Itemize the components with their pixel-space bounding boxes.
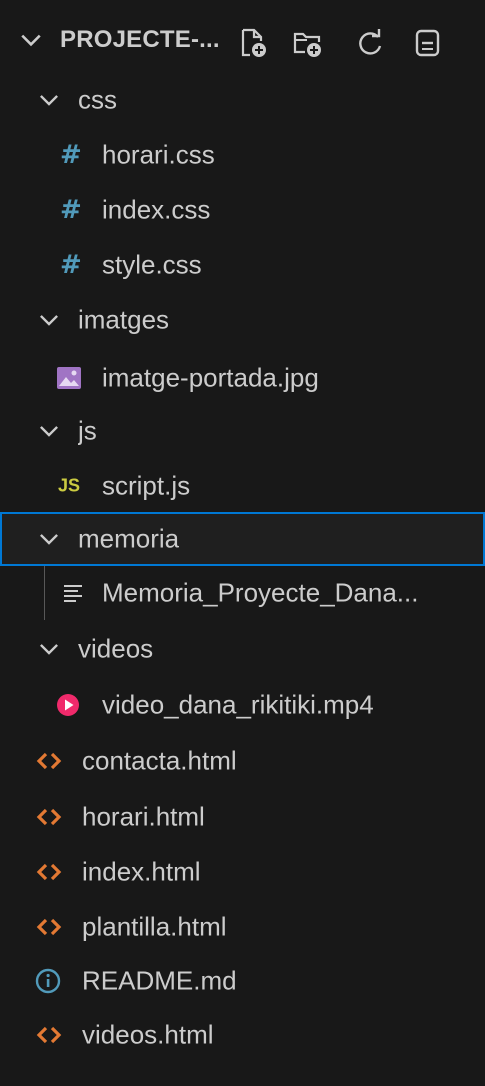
file-row-script-js[interactable]: JS script.js [0, 459, 485, 513]
chevron-down-icon [40, 95, 58, 106]
file-label: index.html [82, 856, 201, 887]
folder-label: css [78, 84, 117, 115]
file-label: index.css [102, 194, 211, 225]
explorer-header[interactable]: PROJECTE-... [0, 12, 485, 76]
folder-label: imatges [78, 304, 170, 335]
file-label: style.css [102, 249, 202, 280]
chevron-down-icon [40, 315, 58, 326]
file-label: imatge-portada.jpg [102, 362, 319, 393]
folder-row-js[interactable]: js [0, 404, 485, 458]
html-file-icon [36, 1026, 62, 1044]
image-file-icon [57, 367, 81, 389]
file-row-index-html[interactable]: index.html [0, 845, 485, 899]
css-file-icon: # [60, 250, 82, 280]
explorer-title[interactable]: PROJECTE-... [60, 26, 220, 54]
file-explorer: PROJECTE-... css # horari.css # index.cs… [0, 0, 485, 1086]
file-row-readme-md[interactable]: README.md [0, 954, 485, 1008]
file-row-videos-html[interactable]: videos.html [0, 1008, 485, 1062]
chevron-down-icon [40, 644, 58, 655]
file-row-style-css[interactable]: # style.css [0, 238, 485, 292]
file-row-horari-html[interactable]: horari.html [0, 790, 485, 844]
new-file-icon[interactable] [236, 26, 270, 60]
collapse-all-icon[interactable] [411, 26, 445, 60]
file-row-horari-css[interactable]: # horari.css [0, 128, 485, 182]
video-file-icon [57, 694, 79, 716]
file-label: Memoria_Proyecte_Dana... [102, 577, 419, 608]
folder-label: memoria [78, 523, 180, 554]
info-file-icon [35, 968, 61, 994]
folder-label: js [78, 415, 97, 446]
file-row-video-mp4[interactable]: video_dana_rikitiki.mp4 [0, 678, 485, 732]
file-label: script.js [102, 470, 191, 501]
new-folder-icon[interactable] [291, 26, 325, 60]
folder-row-memoria[interactable]: memoria [0, 512, 485, 566]
html-file-icon [36, 808, 62, 826]
file-row-memoria-doc[interactable]: Memoria_Proyecte_Dana... [0, 566, 485, 620]
refresh-icon[interactable] [353, 26, 387, 60]
css-file-icon: # [60, 140, 82, 170]
file-label: contacta.html [82, 745, 237, 776]
folder-row-videos[interactable]: videos [0, 622, 485, 676]
html-file-icon [36, 918, 62, 936]
file-row-index-css[interactable]: # index.css [0, 183, 485, 237]
folder-row-imatges[interactable]: imatges [0, 293, 485, 347]
html-file-icon [36, 863, 62, 881]
file-label: plantilla.html [82, 911, 227, 942]
chevron-down-icon[interactable] [17, 26, 45, 54]
html-file-icon [36, 752, 62, 770]
file-label: horari.html [82, 801, 205, 832]
css-file-icon: # [60, 195, 82, 225]
file-row-imatge-portada[interactable]: imatge-portada.jpg [0, 351, 485, 405]
text-file-icon [64, 585, 82, 602]
chevron-down-icon [40, 426, 58, 437]
folder-label: videos [78, 633, 154, 664]
folder-row-css[interactable]: css [0, 73, 485, 127]
file-label: videos.html [82, 1019, 214, 1050]
file-label: video_dana_rikitiki.mp4 [102, 689, 374, 720]
chevron-down-icon [40, 534, 58, 545]
file-label: horari.css [102, 139, 215, 170]
js-file-icon: JS [58, 475, 81, 496]
file-row-contacta-html[interactable]: contacta.html [0, 734, 485, 788]
file-row-plantilla-html[interactable]: plantilla.html [0, 900, 485, 954]
file-label: README.md [82, 965, 237, 996]
